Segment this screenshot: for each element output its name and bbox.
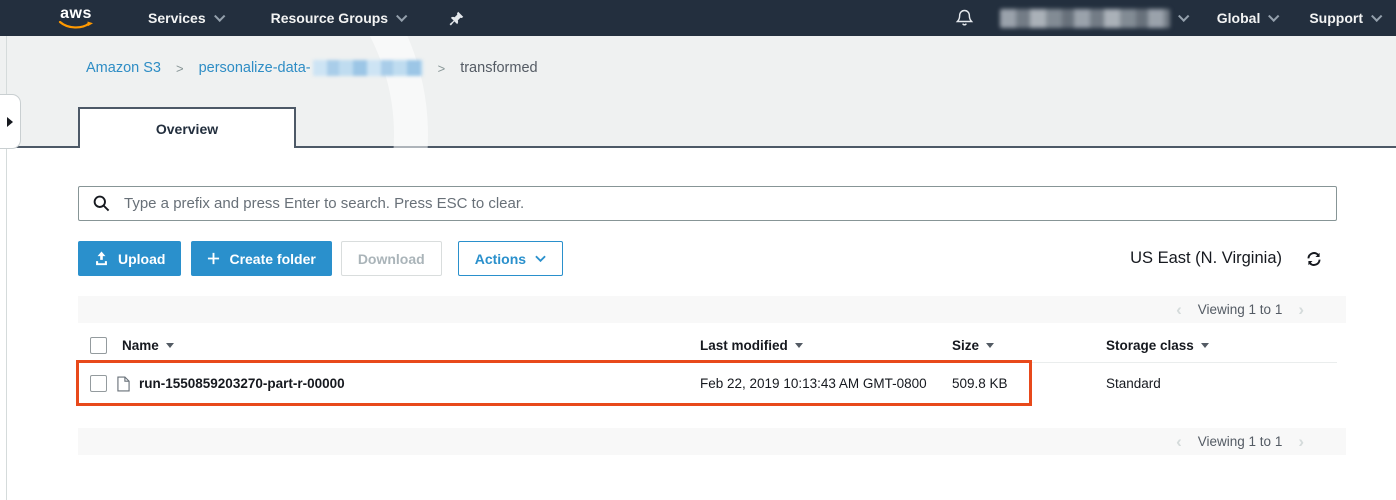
nav-resource-groups-label: Resource Groups: [271, 10, 388, 26]
file-icon-cell: [117, 362, 130, 405]
row-checkbox-cell: [90, 362, 107, 405]
column-header-name-label: Name: [122, 338, 159, 353]
navbar-right-group: Global Support: [955, 8, 1380, 28]
aws-logo[interactable]: aws: [58, 7, 94, 30]
plus-icon: [207, 252, 220, 265]
pagination-bottom: ‹ Viewing 1 to 1 ›: [78, 428, 1346, 455]
breadcrumb-amazon-s3[interactable]: Amazon S3: [86, 60, 161, 76]
column-header-size-label: Size: [952, 338, 979, 353]
bucket-name-redacted: [313, 60, 423, 76]
s3-console-screen: aws Services Resource Groups: [0, 0, 1396, 500]
column-header-storage-class-label: Storage class: [1106, 338, 1194, 353]
create-folder-button[interactable]: Create folder: [191, 241, 331, 276]
chevron-down-icon: [535, 255, 546, 263]
chevron-down-icon: [1178, 10, 1189, 21]
toolbar: Upload Create folder Download Actions: [78, 241, 563, 276]
nav-services-label: Services: [148, 10, 206, 26]
pagination-top: ‹ Viewing 1 to 1 ›: [78, 296, 1346, 323]
chevron-down-icon: [396, 10, 407, 21]
sort-caret-icon: [986, 343, 994, 348]
create-folder-button-label: Create folder: [229, 251, 315, 267]
main-content: Upload Create folder Download Actions: [0, 148, 1396, 500]
refresh-button[interactable]: [1306, 251, 1322, 267]
region-label: US East (N. Virginia): [1130, 249, 1282, 268]
object-last-modified: Feb 22, 2019 10:13:43 AM GMT-0800: [700, 362, 927, 405]
next-page-button[interactable]: ›: [1298, 301, 1304, 318]
pin-shortcut-button[interactable]: [449, 11, 464, 26]
notifications-button[interactable]: [955, 8, 974, 28]
nav-global-label: Global: [1217, 10, 1261, 26]
nav-support-label: Support: [1309, 10, 1363, 26]
viewing-label: Viewing 1 to 1: [1198, 434, 1283, 449]
account-name-redacted: [1000, 9, 1170, 28]
object-storage-class: Standard: [1106, 362, 1161, 405]
actions-button-label: Actions: [475, 251, 526, 267]
file-icon: [117, 376, 130, 392]
nav-services[interactable]: Services: [148, 10, 223, 26]
download-button[interactable]: Download: [341, 241, 442, 276]
prev-page-button[interactable]: ‹: [1176, 433, 1182, 450]
chevron-down-icon: [214, 10, 225, 21]
column-header-size[interactable]: Size: [952, 329, 994, 362]
table-row[interactable]: run-1550859203270-part-r-00000 Feb 22, 2…: [78, 362, 1337, 405]
search-input[interactable]: [122, 194, 1336, 213]
select-all-checkbox[interactable]: [90, 337, 107, 354]
pushpin-icon: [449, 11, 464, 26]
upload-button[interactable]: Upload: [78, 241, 181, 276]
column-header-last-modified[interactable]: Last modified: [700, 329, 803, 362]
column-header-storage-class[interactable]: Storage class: [1106, 329, 1209, 362]
breadcrumb-separator: >: [176, 61, 184, 76]
upload-icon: [94, 251, 109, 266]
download-button-label: Download: [358, 251, 425, 267]
bell-icon: [955, 8, 974, 28]
chevron-down-icon: [1371, 10, 1382, 21]
search-icon: [93, 195, 110, 212]
breadcrumb-bucket-prefix: personalize-data-: [199, 60, 311, 76]
nav-support[interactable]: Support: [1309, 10, 1380, 26]
refresh-icon: [1306, 251, 1322, 267]
tab-overview[interactable]: Overview: [78, 107, 296, 148]
sort-caret-icon: [1201, 343, 1209, 348]
nav-region-global[interactable]: Global: [1217, 10, 1278, 26]
row-checkbox[interactable]: [90, 375, 107, 392]
breadcrumb: Amazon S3 > personalize-data- > transfor…: [86, 60, 538, 76]
nav-resource-groups[interactable]: Resource Groups: [271, 10, 405, 26]
actions-button[interactable]: Actions: [458, 241, 563, 276]
account-menu[interactable]: [1000, 9, 1187, 28]
object-size: 509.8 KB: [952, 362, 1008, 405]
viewing-label: Viewing 1 to 1: [1198, 302, 1283, 317]
sort-caret-icon: [795, 343, 803, 348]
sidebar-expander-button[interactable]: [0, 94, 21, 149]
column-header-name[interactable]: Name: [122, 329, 174, 362]
aws-logo-text: aws: [60, 7, 92, 21]
table-header-row: Name Last modified Size Storage class: [78, 329, 1337, 363]
page-subheader: Amazon S3 > personalize-data- > transfor…: [0, 36, 1396, 148]
aws-smile-icon: [58, 21, 94, 30]
chevron-right-icon: [7, 117, 13, 127]
top-navbar: aws Services Resource Groups: [0, 0, 1396, 36]
region-row: US East (N. Virginia): [1130, 241, 1322, 276]
breadcrumb-separator: >: [438, 61, 446, 76]
prefix-search: [78, 186, 1337, 221]
column-header-last-modified-label: Last modified: [700, 338, 788, 353]
breadcrumb-current-folder: transformed: [460, 60, 537, 76]
next-page-button[interactable]: ›: [1298, 433, 1304, 450]
sort-caret-icon: [166, 343, 174, 348]
tab-overview-label: Overview: [156, 121, 218, 137]
prev-page-button[interactable]: ‹: [1176, 301, 1182, 318]
breadcrumb-bucket[interactable]: personalize-data-: [199, 60, 423, 76]
object-name-link[interactable]: run-1550859203270-part-r-00000: [139, 362, 345, 405]
select-all-checkbox-cell: [90, 329, 107, 362]
chevron-down-icon: [1268, 10, 1279, 21]
upload-button-label: Upload: [118, 251, 165, 267]
